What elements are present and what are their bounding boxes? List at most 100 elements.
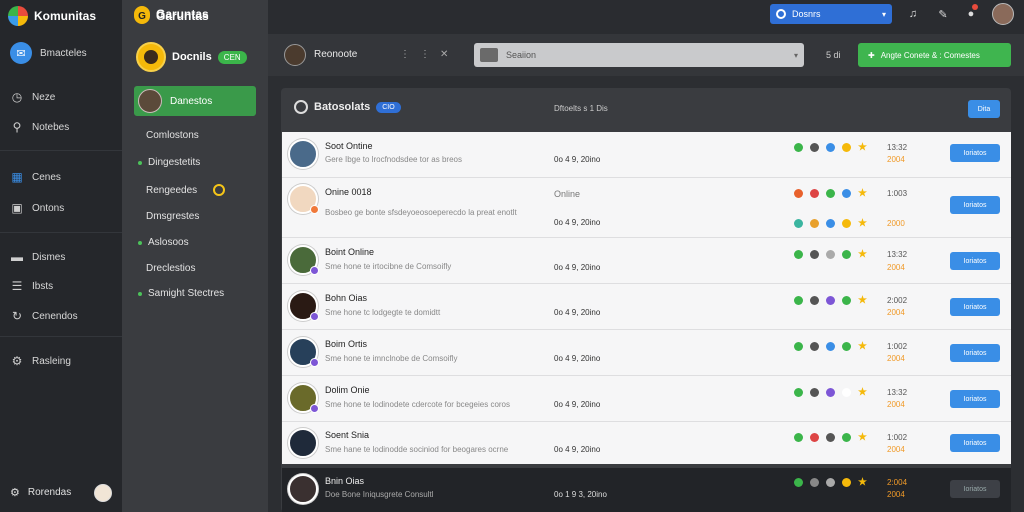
chat-icon [810,296,819,305]
avatar [284,44,306,66]
rail-item-label: Cenes [32,171,61,183]
channel-label: Comlostons [146,130,199,141]
channel-item[interactable]: Rengeedes [146,184,226,196]
row-action-button[interactable]: Ioriatos [950,434,1000,452]
row-time: 0o 4 9, 20ino [554,218,601,227]
refresh-icon[interactable] [294,100,308,114]
table-row[interactable]: Dolim Onie Sme hone te lodinodete cderco… [282,376,1011,422]
check-icon [794,388,803,397]
grid-icon: ▦ [11,170,23,184]
info-icon [826,433,835,442]
avatar [288,383,319,413]
avatar[interactable] [992,3,1014,25]
star-icon: ★ [858,295,867,306]
row-icons: ★ [794,249,867,260]
channel-item[interactable]: Samight Stectres [138,288,224,299]
avatar [288,139,318,169]
channel-label: Dmsgrestes [146,211,200,222]
table-row[interactable]: Bnin Oias Doe Bone Iniqusgrete Consultl … [282,468,1011,512]
rail-item-label: Notebes [32,121,70,133]
row-action-button[interactable]: Ioriatos [950,480,1000,498]
info-icon [826,250,835,259]
table-row[interactable]: Soot Ontine Gere Ibge to lrocfnodsdee to… [282,132,1011,178]
chat-icon [810,388,819,397]
check-icon [794,250,803,259]
table-row[interactable]: Boim Ortis Sme hone te imnclnobe de Coms… [282,330,1011,376]
row-name: Soent Snia [325,430,370,440]
channel-item[interactable]: Dingestetits [138,157,200,168]
panel-action-button[interactable]: Dita [968,100,1000,118]
current-user[interactable]: ⚙ Rorendas [10,484,112,502]
chat-icon [810,433,819,442]
server-row[interactable]: Docnils CEN [136,42,247,72]
row-action-button[interactable]: Ioriatos [950,298,1000,316]
brand[interactable]: Komunitas [8,4,96,28]
divider [0,232,122,233]
rail-item-label: Neze [32,91,56,103]
channel-label: Dingestetits [148,157,201,168]
rail-item-wrench[interactable]: ⚲ Notebes [10,118,70,136]
rail-item-inbox[interactable]: ▣ Ontons [10,199,64,217]
row-name: Soot Ontine [325,141,373,151]
avatar [288,184,319,214]
coin-icon [842,143,851,152]
panel-header: Batosolats CIO [294,100,401,114]
row-icons: ★ [794,342,867,352]
rail-item-label: Bmacteles [40,47,87,59]
channel-item[interactable]: Dmsgrestes [146,211,199,222]
row-name: Boint Online [325,247,375,257]
add-button[interactable]: ✚ Angte Conete & : Comestes [858,43,1011,67]
star-icon: ★ [858,432,867,443]
row-subvalue: 2004 [887,354,905,363]
star-icon: ★ [858,249,867,260]
star-icon: ★ [858,142,867,153]
coin-icon [842,433,851,442]
row-desc: Sme hone tc lodgegte te domidtt [325,308,441,317]
info-icon [826,219,835,228]
row-action-button[interactable]: Ioriatos [950,196,1000,214]
chat-icon [810,342,819,351]
row-name: Onine 0018 [325,187,372,197]
rail-item-folder[interactable]: ▬ Dismes [10,248,65,266]
table-row[interactable]: Soent Snia Sme hane te lodinodde socinio… [282,422,1011,464]
table-row[interactable]: Bohn Oias Sme hone tc lodgegte te domidt… [282,284,1011,330]
channel-item[interactable]: Dreclestios [146,263,195,274]
edit-icon[interactable]: ✎ [936,7,950,21]
channel-item[interactable]: Comlostons [146,130,199,141]
row-action-button[interactable]: Ioriatos [950,344,1000,362]
table-row[interactable]: Onine 0018 Bosbeo ge bonte sfsdeyoeosoep… [282,178,1011,238]
chevron-down-icon: ▾ [881,9,886,19]
coin-icon [842,189,851,198]
channel-item[interactable]: Aslosoos [138,237,189,248]
bell-icon[interactable]: ♫ [906,7,920,21]
rail-item-clock[interactable]: ◷ Neze [10,88,56,106]
row-time: 0o 4 9, 20ino [554,308,601,317]
row-time: 0o 1 9 3, 20ino [554,490,607,499]
row-action-button[interactable]: Ioriatos [950,252,1000,270]
close-icon[interactable]: ✕ [440,49,448,60]
row-action-button[interactable]: Ioriatos [950,144,1000,162]
dots-icon[interactable]: ⋮ [400,49,410,60]
unread-dot [138,160,142,165]
rail-item-settings[interactable]: ⚙ Rasleing [10,352,71,370]
dots-icon[interactable]: ⋮ [420,49,430,60]
session-dropdown[interactable]: Seaiion ▾ [474,43,804,67]
avatar [94,484,112,502]
row-time: 0o 4 9, 20ino [554,354,601,363]
rail-item-home[interactable]: ✉ Bmacteles [10,42,87,64]
left-rail: Komunitas ✉ Bmacteles ◷ Neze ⚲ Notebes ▦… [0,0,122,512]
image-icon [480,48,498,62]
status-badge: CIO [376,101,401,113]
rail-item-list[interactable]: ☰ Ibsts [10,277,54,295]
rail-item-refresh[interactable]: ↻ Cenendos [10,307,78,325]
workspace-header[interactable]: G Garuntas [134,8,209,24]
row-action-button[interactable]: Ioriatos [950,390,1000,408]
home-icon: ✉ [10,42,32,64]
table-row[interactable]: Boint Online Sme hone te irtocibne de Co… [282,238,1011,284]
channel-active[interactable]: Danestos [134,86,256,116]
row-desc: Sme hone te lodinodete cdercote for bceg… [325,400,511,409]
avatar [288,291,319,321]
rail-item-grid[interactable]: ▦ Cenes [10,168,61,186]
row-value: 1:002 [887,433,908,442]
top-search[interactable]: Dosnrs ▾ [770,4,892,24]
